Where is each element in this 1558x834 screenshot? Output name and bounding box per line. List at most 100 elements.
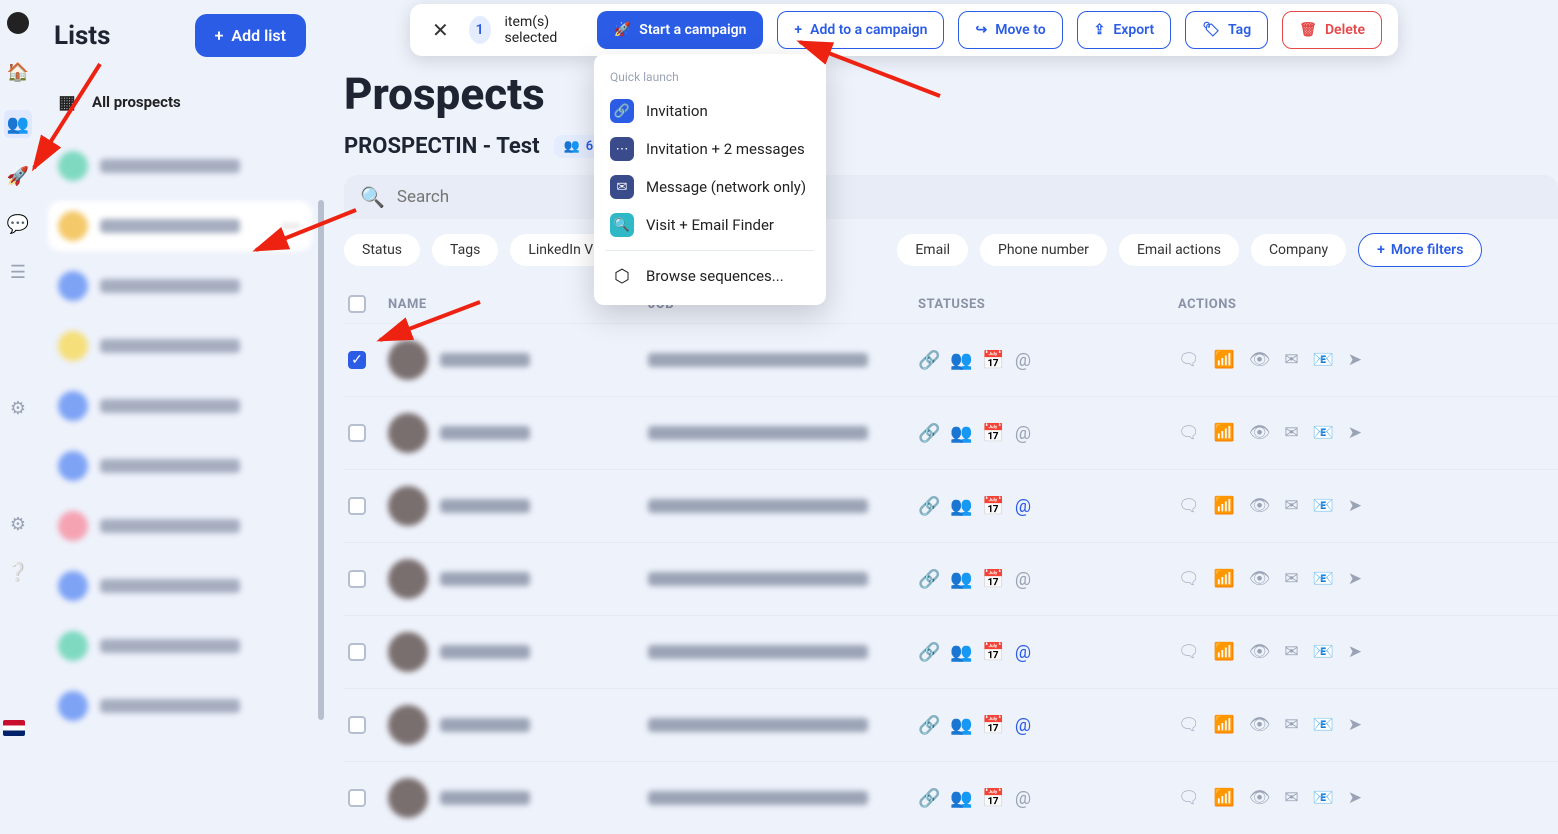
more-icon[interactable]: ⋯ <box>282 216 302 237</box>
calendar-icon[interactable]: 📅 <box>982 350 1000 371</box>
people-icon[interactable]: 👥 <box>950 788 968 809</box>
link-icon[interactable]: 🔗 <box>918 569 936 590</box>
at-icon[interactable]: @ <box>1014 642 1032 663</box>
list-item[interactable] <box>48 621 312 671</box>
link-icon[interactable]: 🔗 <box>918 496 936 517</box>
at-icon[interactable]: @ <box>1014 788 1032 809</box>
people-icon[interactable]: 👥 <box>950 642 968 663</box>
open-mail-icon[interactable]: 📧 <box>1313 642 1334 662</box>
tag-button[interactable]: 🏷 Tag <box>1185 11 1268 49</box>
filter-email-actions[interactable]: Email actions <box>1119 234 1239 266</box>
eye-icon[interactable]: 👁 <box>1249 788 1271 808</box>
people-icon[interactable]: 👥 <box>4 110 32 138</box>
add-list-button[interactable]: + Add list <box>195 14 306 57</box>
rocket-icon[interactable]: 🚀 <box>8 166 28 186</box>
list-item[interactable] <box>48 141 312 191</box>
note-icon[interactable]: 🗨 <box>1178 715 1200 735</box>
filter-company[interactable]: Company <box>1251 234 1346 266</box>
lines-icon[interactable]: ☰ <box>8 262 28 282</box>
people-icon[interactable]: 👥 <box>950 423 968 444</box>
eye-icon[interactable]: 👁 <box>1249 350 1271 370</box>
note-icon[interactable]: 🗨 <box>1178 350 1200 370</box>
link-icon[interactable]: 🔗 <box>918 423 936 444</box>
list-item[interactable] <box>48 381 312 431</box>
open-mail-icon[interactable]: 📧 <box>1313 350 1334 370</box>
calendar-icon[interactable]: 📅 <box>982 496 1000 517</box>
delete-button[interactable]: 🗑 Delete <box>1282 11 1382 49</box>
mail-icon[interactable]: ✉ <box>1284 350 1298 370</box>
eye-icon[interactable]: 👁 <box>1249 423 1271 443</box>
row-checkbox[interactable] <box>348 570 366 588</box>
calendar-icon[interactable]: 📅 <box>982 715 1000 736</box>
name-cell[interactable] <box>388 559 648 599</box>
close-icon[interactable]: ✕ <box>426 14 455 46</box>
calendar-icon[interactable]: 📅 <box>982 569 1000 590</box>
send-icon[interactable]: ➤ <box>1348 423 1362 443</box>
name-cell[interactable] <box>388 340 648 380</box>
dropdown-item-message[interactable]: ✉ Message (network only) <box>602 168 818 206</box>
all-prospects-link[interactable]: ▦ All prospects <box>48 81 312 123</box>
name-cell[interactable] <box>388 413 648 453</box>
note-icon[interactable]: 🗨 <box>1178 642 1200 662</box>
note-icon[interactable]: 🗨 <box>1178 496 1200 516</box>
mail-icon[interactable]: ✉ <box>1284 715 1298 735</box>
note-icon[interactable]: 🗨 <box>1178 569 1200 589</box>
send-icon[interactable]: ➤ <box>1348 496 1362 516</box>
dropdown-browse-sequences[interactable]: ⬡ Browse sequences... <box>602 257 818 295</box>
list-item[interactable] <box>48 561 312 611</box>
home-icon[interactable]: 🏠 <box>8 62 28 82</box>
link-icon[interactable]: 🔗 <box>918 642 936 663</box>
scrollbar[interactable] <box>318 200 324 720</box>
rss-icon[interactable]: 📶 <box>1214 350 1235 370</box>
chat-icon[interactable]: 💬 <box>8 214 28 234</box>
send-icon[interactable]: ➤ <box>1348 569 1362 589</box>
language-flag-icon[interactable] <box>3 720 25 736</box>
row-checkbox[interactable] <box>348 497 366 515</box>
row-checkbox[interactable]: ✓ <box>348 351 366 369</box>
row-checkbox[interactable] <box>348 716 366 734</box>
dropdown-item-invitation[interactable]: 🔗 Invitation <box>602 92 818 130</box>
link-icon[interactable]: 🔗 <box>918 788 936 809</box>
more-filters-button[interactable]: + More filters <box>1358 233 1482 267</box>
note-icon[interactable]: 🗨 <box>1178 788 1200 808</box>
link-icon[interactable]: 🔗 <box>918 715 936 736</box>
move-to-button[interactable]: ↪ Move to <box>958 11 1062 49</box>
row-checkbox[interactable] <box>348 789 366 807</box>
select-all-checkbox[interactable] <box>348 295 366 313</box>
rss-icon[interactable]: 📶 <box>1214 423 1235 443</box>
eye-icon[interactable]: 👁 <box>1249 569 1271 589</box>
rss-icon[interactable]: 📶 <box>1214 788 1235 808</box>
gear2-icon[interactable]: ⚙ <box>8 514 28 534</box>
eye-icon[interactable]: 👁 <box>1249 642 1271 662</box>
send-icon[interactable]: ➤ <box>1348 350 1362 370</box>
link-icon[interactable]: 🔗 <box>918 350 936 371</box>
name-cell[interactable] <box>388 778 648 818</box>
filter-status[interactable]: Status <box>344 234 420 266</box>
list-item[interactable] <box>48 441 312 491</box>
rss-icon[interactable]: 📶 <box>1214 715 1235 735</box>
list-item[interactable] <box>48 681 312 731</box>
export-button[interactable]: ⇪ Export <box>1077 11 1172 49</box>
mail-icon[interactable]: ✉ <box>1284 569 1298 589</box>
filter-tags[interactable]: Tags <box>432 234 498 266</box>
dropdown-item-visit-email[interactable]: 🔍 Visit + Email Finder <box>602 206 818 244</box>
row-checkbox[interactable] <box>348 643 366 661</box>
rss-icon[interactable]: 📶 <box>1214 496 1235 516</box>
note-icon[interactable]: 🗨 <box>1178 423 1200 443</box>
mail-icon[interactable]: ✉ <box>1284 496 1298 516</box>
help-icon[interactable]: ❔ <box>8 562 28 582</box>
filter-email[interactable]: Email <box>897 234 968 266</box>
filter-phone[interactable]: Phone number <box>980 234 1107 266</box>
open-mail-icon[interactable]: 📧 <box>1313 496 1334 516</box>
send-icon[interactable]: ➤ <box>1348 642 1362 662</box>
calendar-icon[interactable]: 📅 <box>982 423 1000 444</box>
calendar-icon[interactable]: 📅 <box>982 642 1000 663</box>
open-mail-icon[interactable]: 📧 <box>1313 569 1334 589</box>
at-icon[interactable]: @ <box>1014 350 1032 371</box>
rss-icon[interactable]: 📶 <box>1214 569 1235 589</box>
send-icon[interactable]: ➤ <box>1348 788 1362 808</box>
row-checkbox[interactable] <box>348 424 366 442</box>
mail-icon[interactable]: ✉ <box>1284 788 1298 808</box>
at-icon[interactable]: @ <box>1014 496 1032 517</box>
name-cell[interactable] <box>388 705 648 745</box>
